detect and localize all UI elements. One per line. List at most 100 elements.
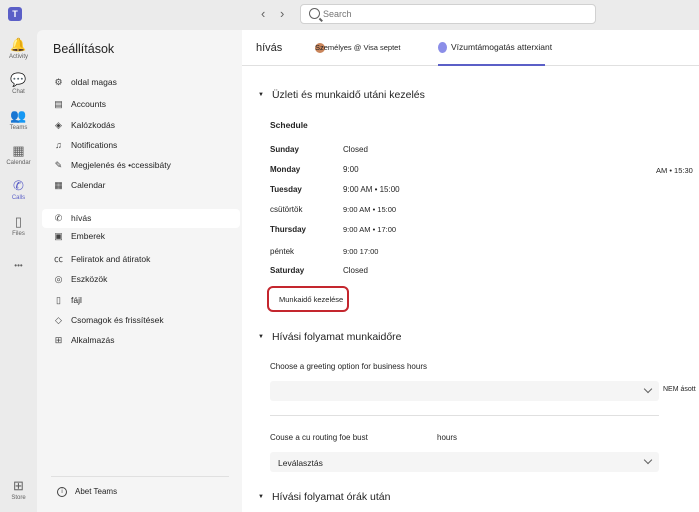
schedule-day: Sunday xyxy=(270,145,299,154)
schedule-time: 9:00 AM • 17:00 xyxy=(343,225,397,234)
wand-icon: ✎ xyxy=(54,160,63,170)
settings-item-files[interactable]: ▯ fájl xyxy=(42,291,240,310)
rail-more[interactable]: ••• xyxy=(0,258,37,274)
chevron-down-icon xyxy=(643,455,653,465)
schedule-day: Thursday xyxy=(270,225,307,234)
schedule-row: Tuesday 9:00 AM • 15:00 xyxy=(270,185,699,199)
accounts-icon: ▤ xyxy=(54,99,63,109)
settings-item-appearance[interactable]: ✎ Megjelenés és •ccessibáty xyxy=(42,156,240,175)
settings-item-label: Accounts xyxy=(71,99,106,109)
settings-item-label: oldal magas xyxy=(71,77,117,87)
settings-item-calls[interactable]: ✆ hívás xyxy=(42,209,240,228)
schedule-day: Saturday xyxy=(270,266,305,275)
settings-item-notifications[interactable]: ♫ Notifications xyxy=(42,136,240,155)
phone-icon: ✆ xyxy=(54,213,63,223)
chat-icon: 💬 xyxy=(10,72,27,87)
gear-icon: ⚙ xyxy=(54,77,63,87)
settings-item-accounts[interactable]: ▤ Accounts xyxy=(42,95,240,114)
settings-item-label: Calendar xyxy=(71,180,106,190)
rail-store[interactable]: ⊞ Store xyxy=(0,478,37,501)
settings-item-captions[interactable]: ㏄ Feliratok and átiratok xyxy=(42,250,240,269)
settings-item-privacy[interactable]: ◈ Kalózkodás xyxy=(42,116,240,135)
calendar-icon: ▦ xyxy=(12,143,25,158)
rail-label: Calendar xyxy=(6,160,31,166)
schedule-time: 9:00 AM • 15:00 xyxy=(343,185,400,194)
app-rail: 🔔 Activity 💬 Chat 👥 Teams ▦ Calendar ✆ C… xyxy=(0,30,37,512)
section-title: Hívási folyamat munkaidőre xyxy=(271,331,402,343)
schedule-label: Schedule xyxy=(270,120,308,130)
rail-label: Calls xyxy=(11,195,26,201)
caret-down-icon: ▼ xyxy=(258,334,264,341)
rail-label: Activity xyxy=(8,54,28,60)
greeting-select[interactable] xyxy=(270,381,659,401)
assistant-icon xyxy=(438,42,447,53)
section-title: Üzleti és munkaidő utáni kezelés xyxy=(271,89,425,101)
settings-title: Beállítások xyxy=(53,42,115,56)
forward-arrow-icon[interactable]: › xyxy=(280,6,284,21)
schedule-row: csütörtök 9:00 AM • 15:00 xyxy=(270,205,699,219)
routing-hours-label: hours xyxy=(437,433,458,442)
section-business-hours[interactable]: ▼ Üzleti és munkaidő utáni kezelés xyxy=(258,89,425,101)
settings-item-label: Eszközök xyxy=(71,274,108,284)
settings-item-apps[interactable]: ⊞ Alkalmazás xyxy=(42,331,240,350)
schedule-time: 9:00 17:00 xyxy=(343,247,379,256)
rail-calls[interactable]: ✆ Calls xyxy=(0,178,37,201)
rail-activity[interactable]: 🔔 Activity xyxy=(0,37,37,60)
teams-logo-icon: T xyxy=(8,7,22,21)
bell-icon: 🔔 xyxy=(10,37,27,52)
rail-label: Store xyxy=(11,495,26,501)
page-title: hívás xyxy=(256,42,283,54)
rail-teams[interactable]: 👥 Teams xyxy=(0,108,37,131)
schedule-time: Closed xyxy=(343,266,368,275)
search-box[interactable] xyxy=(300,4,596,24)
file-icon: ▯ xyxy=(14,214,23,229)
manage-hours-button[interactable]: Munkaidő kezelése xyxy=(267,286,349,312)
routing-value: Leválasztás xyxy=(278,458,323,468)
tab-bar: hívás Személyes @ Visa septet Vízumtámog… xyxy=(242,30,699,66)
shield-icon: ◈ xyxy=(55,120,62,130)
back-arrow-icon[interactable]: ‹ xyxy=(261,6,265,21)
tab-assistant[interactable]: Vízumtámogatás atterxiant xyxy=(438,40,552,66)
people-icon: ▣ xyxy=(54,231,63,241)
schedule-time-overflow: AM • 15:30 xyxy=(656,166,693,175)
schedule-row: Thursday 9:00 AM • 17:00 xyxy=(270,225,699,239)
settings-item-general[interactable]: ⚙ oldal magas xyxy=(42,73,240,92)
schedule-row: Sunday Closed xyxy=(270,145,699,159)
settings-panel: Beállítások ⚙ oldal magas ▤ Accounts ◈ K… xyxy=(37,30,242,512)
search-icon xyxy=(309,8,320,19)
captions-icon: ㏄ xyxy=(53,254,63,264)
schedule-day: csütörtök xyxy=(270,205,303,214)
about-label: Abet Teams xyxy=(75,487,118,496)
rail-files[interactable]: ▯ Files xyxy=(0,214,37,237)
schedule-day: Monday xyxy=(270,165,301,174)
info-icon: i xyxy=(57,487,67,497)
settings-item-people[interactable]: ▣ Emberek xyxy=(42,227,240,246)
schedule-time: Closed xyxy=(343,145,368,154)
main-content: hívás Személyes @ Visa septet Vízumtámog… xyxy=(242,30,699,512)
settings-item-label: Csomagok és frissítések xyxy=(71,315,164,325)
schedule-row: péntek 9:00 17:00 xyxy=(270,247,699,261)
settings-item-label: hívás xyxy=(71,213,92,223)
section-business-call-flow[interactable]: ▼ Hívási folyamat munkaidőre xyxy=(258,331,402,343)
settings-item-label: Feliratok and átiratok xyxy=(71,254,151,264)
bell-icon: ♫ xyxy=(55,140,62,150)
diamond-icon: ◇ xyxy=(55,315,62,325)
rail-chat[interactable]: 💬 Chat xyxy=(0,72,37,95)
routing-select[interactable]: Leválasztás xyxy=(270,452,659,472)
routing-label: Couse a cu routing foe bust xyxy=(270,433,368,442)
schedule-day: Tuesday xyxy=(270,185,302,194)
tab-assistant-label: Vízumtámogatás atterxiant xyxy=(451,42,553,52)
settings-item-devices[interactable]: ◎ Eszközök xyxy=(42,270,240,289)
rail-calendar[interactable]: ▦ Calendar xyxy=(0,143,37,166)
search-input[interactable] xyxy=(323,7,583,21)
divider xyxy=(270,415,659,416)
schedule-day: péntek xyxy=(270,247,295,256)
schedule-time: 9:00 AM • 15:00 xyxy=(343,205,397,214)
menu-divider xyxy=(51,476,229,477)
settings-item-label: fájl xyxy=(71,295,82,305)
settings-item-updates[interactable]: ◇ Csomagok és frissítések xyxy=(42,311,240,330)
settings-item-label: Emberek xyxy=(71,231,106,241)
section-after-hours-call-flow[interactable]: ▼ Hívási folyamat órák után xyxy=(258,491,390,503)
settings-item-calendar[interactable]: ▦ Calendar xyxy=(42,176,240,195)
caret-down-icon: ▼ xyxy=(258,494,264,501)
